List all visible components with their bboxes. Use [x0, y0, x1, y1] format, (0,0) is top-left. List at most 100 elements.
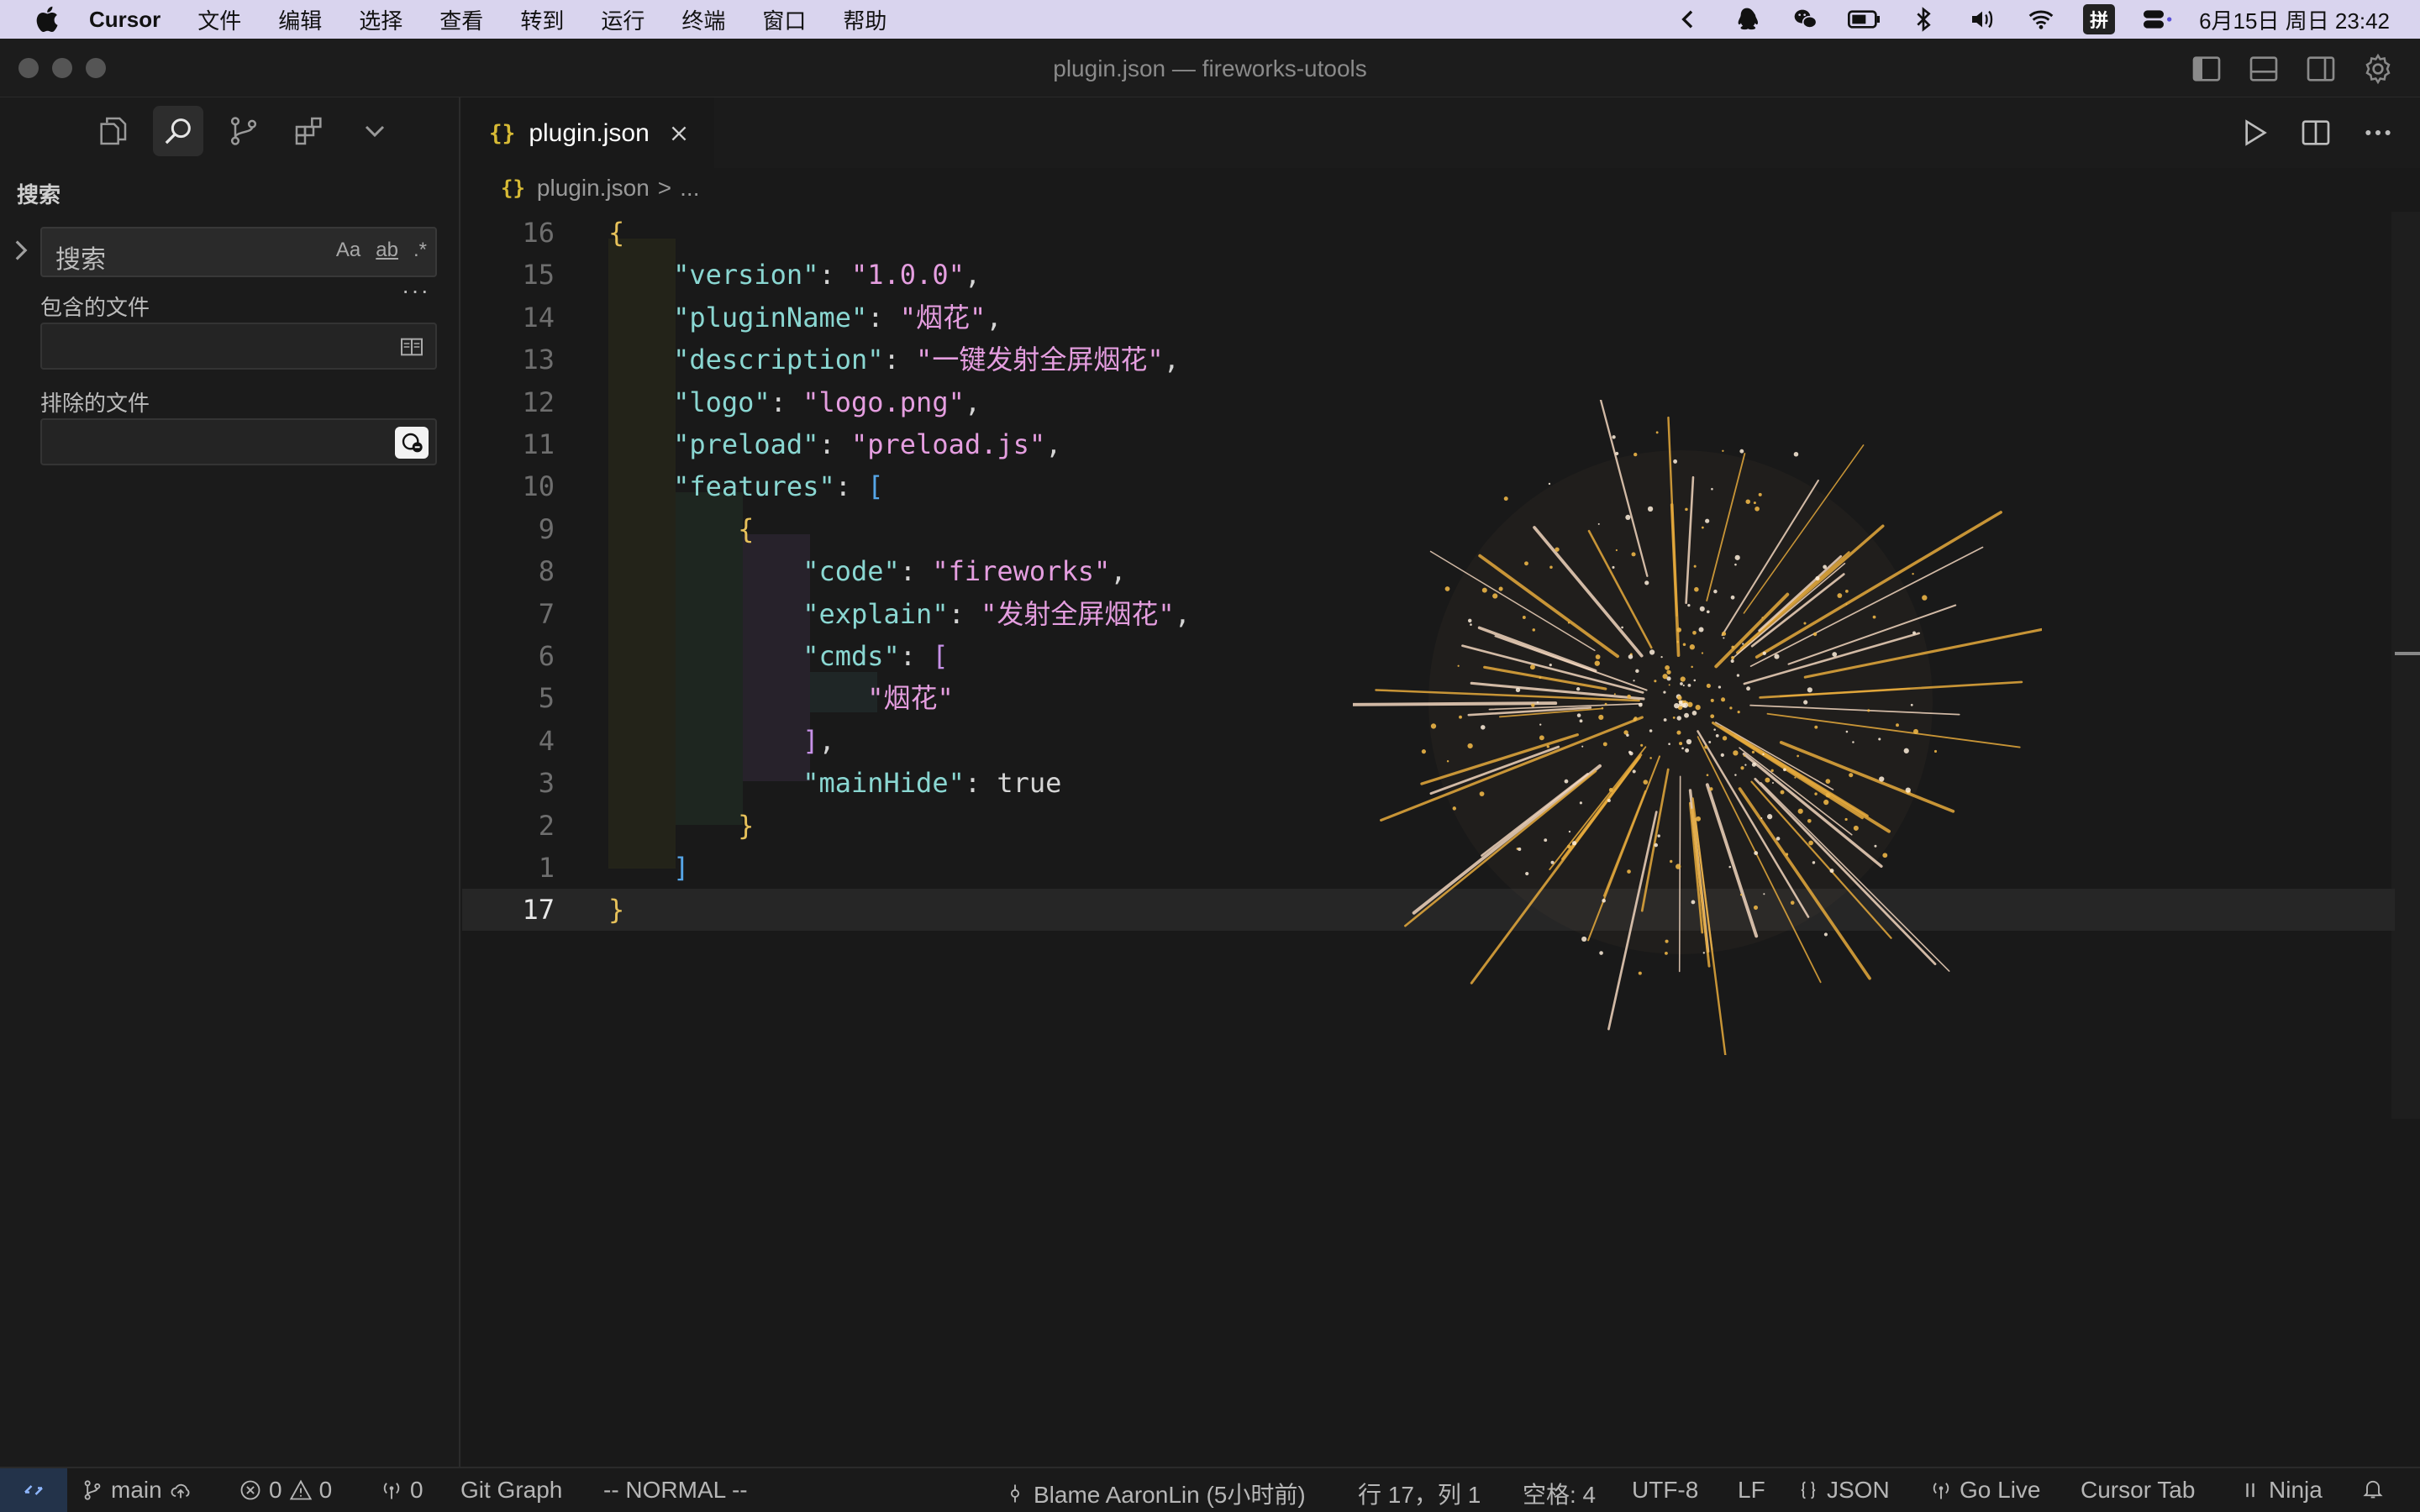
bluetooth-icon[interactable] — [1907, 6, 1940, 33]
code-line[interactable]: 13 "description": "一键发射全屏烟花", — [462, 339, 2395, 381]
exclude-files-input[interactable] — [40, 418, 437, 465]
cursor-position-status[interactable]: 行 17，列 1 — [1358, 1477, 1481, 1510]
code-line[interactable]: 3 "mainHide": true — [462, 762, 2395, 804]
qq-penguin-icon[interactable] — [1730, 6, 1764, 33]
more-actions-icon[interactable] — [2361, 116, 2395, 150]
more-views-dropdown[interactable] — [350, 106, 400, 156]
cursor-tab-status[interactable]: Cursor Tab — [2081, 1477, 2195, 1504]
source-control-tab[interactable] — [218, 106, 269, 156]
notifications-button[interactable] — [2361, 1477, 2385, 1500]
code-line[interactable]: 8 "code": "fireworks", — [462, 550, 2395, 592]
editor-scrollbar[interactable] — [2391, 212, 2420, 1119]
code-text[interactable]: ] — [608, 847, 689, 889]
code-line[interactable]: 14 "pluginName": "烟花", — [462, 297, 2395, 339]
code-text[interactable]: "烟花" — [608, 677, 954, 719]
code-text[interactable]: "features": [ — [608, 465, 883, 507]
git-graph-button[interactable]: Git Graph — [460, 1477, 562, 1504]
code-line[interactable]: 7 "explain": "发射全屏烟花", — [462, 593, 2395, 635]
code-text[interactable]: ], — [608, 720, 835, 762]
wifi-icon[interactable] — [2024, 6, 2058, 33]
cloud-upload-icon[interactable] — [169, 1478, 192, 1502]
regex-toggle[interactable]: .* — [413, 239, 427, 262]
battery-icon[interactable] — [1848, 6, 1881, 33]
menu-selection[interactable]: 选择 — [359, 4, 402, 35]
code-text[interactable]: "pluginName": "烟花", — [608, 297, 1002, 339]
code-token: , — [1174, 597, 1191, 630]
search-tab[interactable] — [153, 106, 203, 156]
code-text[interactable]: "explain": "发射全屏烟花", — [608, 593, 1191, 635]
split-editor-icon[interactable] — [2299, 116, 2333, 150]
toggle-panel-icon[interactable] — [2247, 52, 2281, 86]
code-line[interactable]: 5 "烟花" — [462, 677, 2395, 719]
indentation-status[interactable]: 空格: 4 — [1523, 1477, 1596, 1510]
ninja-status[interactable]: Ninja — [2238, 1477, 2323, 1504]
toggle-primary-sidebar-icon[interactable] — [2190, 52, 2223, 86]
close-icon[interactable] — [668, 123, 690, 144]
ports-status[interactable]: 0 — [380, 1477, 424, 1504]
toggle-replace-chevron-icon[interactable] — [12, 239, 30, 262]
extensions-tab[interactable] — [284, 106, 334, 156]
control-center-icon[interactable] — [2140, 6, 2174, 33]
code-line[interactable]: 2 } — [462, 805, 2395, 847]
explorer-tab[interactable] — [87, 106, 138, 156]
menu-file[interactable]: 文件 — [197, 4, 241, 35]
menu-terminal[interactable]: 终端 — [681, 4, 725, 35]
wechat-icon[interactable] — [1789, 6, 1823, 33]
remote-indicator[interactable] — [0, 1468, 67, 1512]
breadcrumb-symbols[interactable]: ... — [680, 175, 699, 202]
menubar-clock[interactable]: 6月15日 周日 23:42 — [2199, 4, 2390, 35]
menu-view[interactable]: 查看 — [439, 4, 483, 35]
apple-icon[interactable] — [34, 4, 64, 34]
menu-window[interactable]: 窗口 — [762, 4, 806, 35]
menu-app-name[interactable]: Cursor — [89, 7, 160, 33]
input-method-indicator[interactable]: 拼 — [2083, 4, 2116, 34]
menu-edit[interactable]: 编辑 — [278, 4, 322, 35]
book-icon[interactable] — [398, 333, 425, 360]
code-line[interactable]: 11 "preload": "preload.js", — [462, 423, 2395, 465]
search-input[interactable]: 搜索 Aa ab .* — [40, 227, 437, 277]
language-mode-status[interactable]: JSON — [1797, 1477, 1890, 1504]
chevron-left-icon[interactable] — [1671, 6, 1705, 33]
code-text[interactable]: } — [608, 889, 624, 931]
menu-run[interactable]: 运行 — [601, 4, 644, 35]
menu-help[interactable]: 帮助 — [843, 4, 886, 35]
code-line[interactable]: 6 "cmds": [ — [462, 635, 2395, 677]
breadcrumb-file[interactable]: plugin.json — [537, 175, 650, 202]
menu-go[interactable]: 转到 — [520, 4, 564, 35]
code-text[interactable]: "code": "fireworks", — [608, 550, 1126, 592]
code-line[interactable]: 9 { — [462, 508, 2395, 550]
settings-gear-icon[interactable] — [2361, 52, 2395, 86]
code-text[interactable]: } — [608, 805, 754, 847]
code-text[interactable]: "logo": "logo.png", — [608, 381, 981, 423]
code-line[interactable]: 17} — [462, 889, 2395, 932]
git-branch-status[interactable]: main — [81, 1477, 192, 1504]
code-text[interactable]: "cmds": [ — [608, 635, 948, 677]
search-details-toggle[interactable]: ··· — [402, 277, 430, 304]
code-text[interactable]: { — [608, 508, 754, 550]
settings-exclude-icon[interactable] — [398, 429, 425, 456]
code-line[interactable]: 16 { — [462, 212, 2395, 254]
git-blame-status[interactable]: Blame AaronLin (5小时前) — [1003, 1477, 1306, 1510]
code-line[interactable]: 12 "logo": "logo.png", — [462, 381, 2395, 423]
code-text[interactable]: "description": "一键发射全屏烟花", — [608, 339, 1180, 381]
problems-status[interactable]: 0 0 — [239, 1477, 332, 1504]
code-text[interactable]: "version": "1.0.0", — [608, 254, 981, 296]
run-icon[interactable] — [2237, 116, 2270, 150]
editor-tab-plugin-json[interactable]: {} plugin.json — [462, 97, 714, 168]
go-live-button[interactable]: Go Live — [1929, 1477, 2041, 1504]
volume-icon[interactable] — [1965, 6, 1999, 33]
code-text[interactable]: { — [608, 212, 624, 254]
code-text[interactable]: "preload": "preload.js", — [608, 423, 1061, 465]
include-files-input[interactable] — [40, 323, 437, 370]
code-line[interactable]: 10 "features": [ — [462, 465, 2395, 507]
eol-status[interactable]: LF — [1738, 1477, 1765, 1504]
code-line[interactable]: 15 "version": "1.0.0", — [462, 254, 2395, 296]
encoding-status[interactable]: UTF-8 — [1632, 1477, 1698, 1504]
code-line[interactable]: 1 ] — [462, 847, 2395, 889]
code-line[interactable]: 4 ], — [462, 720, 2395, 762]
match-case-toggle[interactable]: Aa — [336, 239, 360, 262]
toggle-secondary-sidebar-icon[interactable] — [2304, 52, 2338, 86]
error-icon — [240, 1480, 260, 1500]
code-text[interactable]: "mainHide": true — [608, 762, 1061, 804]
match-whole-word-toggle[interactable]: ab — [376, 239, 398, 262]
